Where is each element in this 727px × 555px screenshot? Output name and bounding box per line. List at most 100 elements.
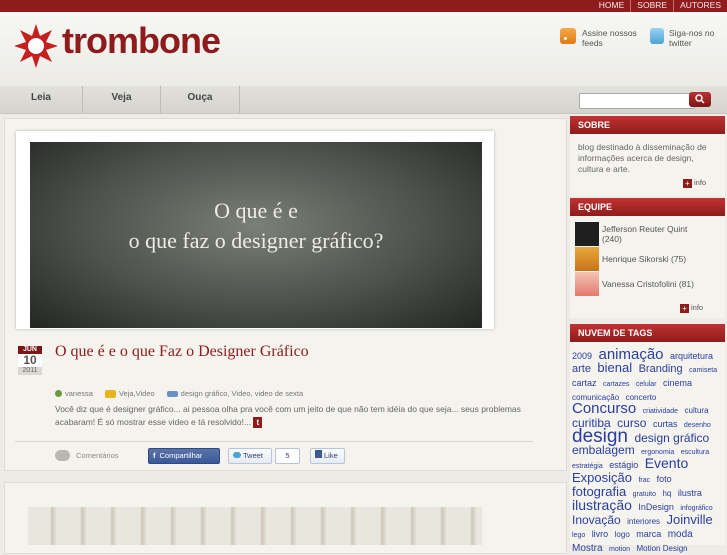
post-video-thumbnail[interactable]: O que é e o que faz o designer gráfico? <box>30 142 482 328</box>
sobre-info-label: info <box>694 178 707 187</box>
post-tags[interactable]: design gráfico, Video, video de sexta <box>181 389 303 398</box>
post-date: JUN 10 2011 <box>18 346 42 376</box>
tweet-button[interactable]: Tweet <box>228 448 272 464</box>
facebook-like-button[interactable]: Like <box>310 448 345 464</box>
tag-link[interactable]: criatividade <box>643 408 678 415</box>
tag-link[interactable]: Evento <box>645 455 689 471</box>
twitter-label: Siga-nos no twitter <box>669 28 715 48</box>
read-more-button[interactable]: t <box>253 417 263 428</box>
plus-icon: + <box>680 303 689 313</box>
tag-link[interactable]: desenho <box>684 422 711 429</box>
post-date-year: 2011 <box>18 367 42 375</box>
post-image-frame[interactable]: O que é e o que faz o designer gráfico? <box>16 131 494 329</box>
post-meta: vanessa Veja,Video design gráfico, Video… <box>55 389 303 398</box>
plus-icon: + <box>683 178 692 188</box>
member-count: (75) <box>671 254 687 264</box>
tag-link[interactable]: ilustração <box>572 497 632 513</box>
nav-veja[interactable]: Veja <box>83 86 161 113</box>
tag-link[interactable]: arquitetura <box>670 351 713 361</box>
equipe-info-button[interactable]: + info <box>680 303 703 313</box>
next-post-image[interactable] <box>28 507 482 545</box>
tag-link[interactable]: cultura <box>685 406 709 415</box>
tags-heading: NUVEM DE TAGS <box>570 324 725 342</box>
tag-link[interactable]: embalagem <box>572 443 635 457</box>
nav-leia[interactable]: Leia <box>0 86 83 113</box>
tag-link[interactable]: livro <box>592 529 609 539</box>
post-date-day: 10 <box>18 354 42 367</box>
facebook-share-button[interactable]: f Compartilhar <box>148 448 220 464</box>
comments-link[interactable]: Comentários <box>55 448 119 462</box>
tag-link[interactable]: Inovação <box>572 513 621 527</box>
tag-link[interactable]: lego <box>572 532 585 539</box>
tag-link[interactable]: InDesign <box>638 502 674 512</box>
top-nav: HOME SOBRE AUTORES <box>593 0 727 12</box>
tweet-label: Tweet <box>243 451 264 460</box>
member-name: Vanessa Cristofolini <box>602 279 677 289</box>
rss-feeds-link[interactable]: Assine nossos feeds <box>560 28 640 48</box>
tag-link[interactable]: Joinville <box>667 512 713 527</box>
tag-link[interactable]: design gráfico <box>634 431 709 445</box>
facebook-share-label: Compartilhar <box>159 451 203 460</box>
nav-ouca[interactable]: Ouça <box>161 86 240 113</box>
post-categories[interactable]: Veja,Video <box>119 389 155 398</box>
tag-link[interactable]: infográfico <box>680 505 712 512</box>
post-author[interactable]: vanessa <box>65 389 93 398</box>
tag-link[interactable]: celular <box>636 381 657 388</box>
tag-link[interactable]: cartazes <box>603 381 629 388</box>
tag-link[interactable]: ilustra <box>678 488 702 498</box>
tag-link[interactable]: arte <box>572 363 591 375</box>
top-nav-sobre[interactable]: SOBRE <box>630 0 673 12</box>
top-nav-autores[interactable]: AUTORES <box>673 0 727 12</box>
tag-link[interactable]: cartaz <box>572 378 597 388</box>
sobre-info-button[interactable]: + info <box>683 178 706 188</box>
tag-link[interactable]: estágio <box>609 460 638 470</box>
tag-link[interactable]: 2009 <box>572 351 592 361</box>
rss-icon <box>560 28 576 44</box>
tag-link[interactable]: marca <box>636 529 661 539</box>
sobre-text: blog destinado à disseminação de informa… <box>578 142 707 174</box>
member-item[interactable]: Vanessa Cristofolini (81) <box>575 272 694 296</box>
member-item[interactable]: Jefferson Reuter Quint (240) <box>575 222 687 246</box>
facebook-like-icon <box>315 450 322 458</box>
top-nav-home[interactable]: HOME <box>593 0 631 12</box>
tag-link[interactable]: hq <box>662 489 671 498</box>
member-count: (81) <box>678 279 694 289</box>
comments-label: Comentários <box>76 450 119 460</box>
tag-link[interactable]: Motion Design <box>636 544 687 553</box>
tag-link[interactable]: frac <box>638 477 650 484</box>
twitter-small-icon <box>233 452 241 458</box>
twitter-link[interactable]: Siga-nos no twitter <box>650 28 727 48</box>
tag-link[interactable]: motion <box>609 546 630 553</box>
tag-link[interactable]: Exposição <box>572 470 632 485</box>
member-count: (240) <box>602 234 622 244</box>
member-name: Henrique Sikorski <box>602 254 669 264</box>
logo-star-icon[interactable] <box>12 22 60 70</box>
avatar <box>575 222 599 246</box>
post-excerpt-text: Você diz que é designer gráfico... ai pe… <box>55 404 521 427</box>
tag-link[interactable]: gratuito <box>633 491 656 498</box>
search-icon <box>695 94 705 104</box>
tag-link[interactable]: bienal <box>597 360 632 375</box>
equipe-info-label: info <box>691 303 704 312</box>
tag-link[interactable]: camiseta <box>689 367 717 374</box>
member-item[interactable]: Henrique Sikorski (75) <box>575 247 686 271</box>
search-button[interactable] <box>689 92 711 107</box>
sobre-heading: SOBRE <box>570 116 725 134</box>
avatar <box>575 272 599 296</box>
logo-text[interactable]: trombone <box>62 20 221 62</box>
tag-link[interactable]: moda <box>668 529 693 540</box>
tag-link[interactable]: interiores <box>627 517 660 526</box>
tag-link[interactable]: cinema <box>663 378 692 388</box>
tag-link[interactable]: Branding <box>639 363 683 375</box>
tag-link[interactable]: Concurso <box>572 400 636 417</box>
tag-link[interactable]: estratégia <box>572 463 603 470</box>
video-title-line2: o que faz o designer gráfico? <box>128 228 384 253</box>
tag-link[interactable]: curtas <box>653 419 678 429</box>
tag-link[interactable]: foto <box>657 474 672 484</box>
post-title[interactable]: O que é e o que Faz o Designer Gráfico <box>55 343 309 361</box>
tag-link[interactable]: logo <box>615 530 630 539</box>
avatar <box>575 247 599 271</box>
search-input[interactable] <box>579 93 695 109</box>
author-icon <box>55 390 62 397</box>
like-label: Like <box>324 451 338 460</box>
